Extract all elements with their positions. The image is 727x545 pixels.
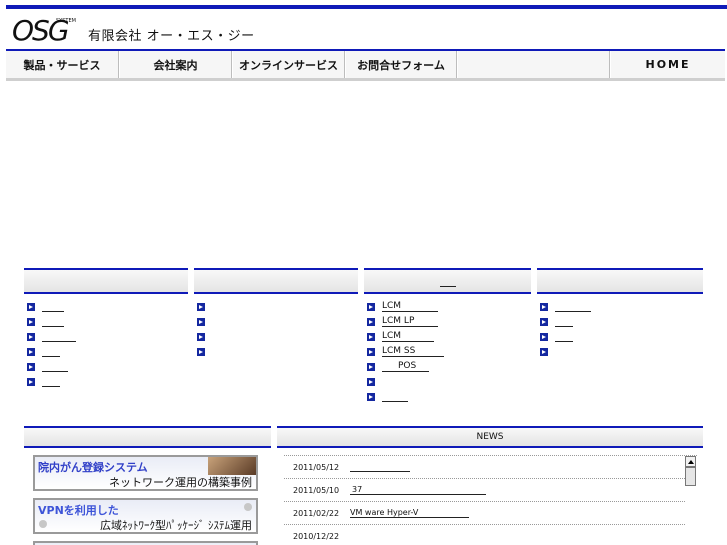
news-section: NEWS 2011/05/12 2011/05/10 37 2011/02/22… <box>277 426 703 545</box>
nav-home[interactable]: HOME <box>610 51 725 78</box>
news-item[interactable]: 2011/02/22 VM ware Hyper-V <box>284 502 685 525</box>
banner-subtitle: ネットワーク運用の構築事例 <box>109 476 252 489</box>
banner-photo <box>208 457 256 475</box>
nav-online-services[interactable]: オンラインサービス <box>232 51 345 78</box>
arrow-icon <box>197 332 205 341</box>
arrow-icon <box>367 332 375 341</box>
column-2-header <box>194 268 358 294</box>
list-item[interactable]: LCM <box>364 329 531 344</box>
list-item[interactable] <box>24 344 188 359</box>
banner-title: 院内がん登録システム <box>38 461 148 474</box>
arrow-icon <box>197 302 205 311</box>
arrow-icon <box>367 347 375 356</box>
arrow-icon <box>367 362 375 371</box>
arrow-icon <box>27 332 35 341</box>
list-item[interactable] <box>537 299 703 314</box>
svg-text:SYSTEM: SYSTEM <box>56 18 76 24</box>
list-item[interactable]: POS <box>364 359 531 374</box>
list-item[interactable] <box>24 359 188 374</box>
top-accent-line <box>6 5 727 9</box>
nav-empty <box>457 51 610 78</box>
news-link[interactable]: 37 <box>350 485 486 495</box>
osg-logo[interactable]: OSG SYSTEM <box>12 14 80 48</box>
main-nav: 製品・サービス 会社案内 オンラインサービス お問合せフォーム HOME <box>6 49 725 81</box>
list-item[interactable] <box>24 374 188 389</box>
arrow-icon <box>367 302 375 311</box>
column-4-header <box>537 268 703 294</box>
banner-vpn[interactable]: VPNを利用した 広域ﾈｯﾄﾜｰｸ型ﾊﾟｯｹｰｼﾞ ｼｽﾃﾑ運用 <box>33 498 258 534</box>
arrow-icon <box>197 347 205 356</box>
column-1 <box>24 268 188 389</box>
arrow-icon <box>27 347 35 356</box>
scroll-thumb[interactable] <box>685 467 696 486</box>
arrow-icon <box>540 347 548 356</box>
arrow-icon <box>540 332 548 341</box>
banner-cancer-registry[interactable]: 院内がん登録システム ネットワーク運用の構築事例 <box>33 455 258 491</box>
news-scrollbar[interactable] <box>685 456 697 545</box>
list-item[interactable]: LCM SS <box>364 344 531 359</box>
list-item[interactable] <box>194 344 358 359</box>
news-date: 2011/02/22 <box>293 508 340 518</box>
circle-icon <box>244 503 252 511</box>
column-4 <box>537 268 703 359</box>
list-item[interactable] <box>364 389 531 404</box>
nav-contact-form[interactable]: お問合せフォーム <box>345 51 457 78</box>
circle-icon <box>39 520 47 528</box>
news-date: 2011/05/10 <box>293 485 340 495</box>
list-item[interactable] <box>24 299 188 314</box>
news-item[interactable]: 2011/05/10 37 <box>284 479 685 502</box>
list-item[interactable] <box>194 299 358 314</box>
arrow-icon <box>540 302 548 311</box>
list-item[interactable] <box>194 314 358 329</box>
company-name: 有限会社 オー・エス・ジー <box>88 29 255 44</box>
arrow-icon <box>27 362 35 371</box>
banner-title: VPNを利用した <box>38 504 119 517</box>
news-link[interactable]: VM ware Hyper-V <box>350 508 469 518</box>
list-item[interactable] <box>24 314 188 329</box>
banner-section: 院内がん登録システム ネットワーク運用の構築事例 VPNを利用した 広域ﾈｯﾄﾜ… <box>24 426 271 545</box>
header-underline <box>439 279 456 287</box>
news-item[interactable]: 2010/12/22 <box>284 525 685 545</box>
list-item[interactable] <box>537 344 703 359</box>
column-1-header <box>24 268 188 294</box>
news-date: 2010/12/22 <box>293 531 340 541</box>
arrow-icon <box>27 377 35 386</box>
news-list: 2011/05/12 2011/05/10 37 2011/02/22 VM w… <box>284 455 697 545</box>
scroll-up-arrow-icon[interactable] <box>685 456 696 467</box>
arrow-icon <box>27 302 35 311</box>
list-item[interactable] <box>24 329 188 344</box>
list-item[interactable] <box>537 329 703 344</box>
list-item[interactable] <box>537 314 703 329</box>
news-item[interactable]: 2011/05/12 <box>284 456 685 479</box>
banner-third[interactable] <box>33 541 258 545</box>
news-date: 2011/05/12 <box>293 462 340 472</box>
arrow-icon <box>197 317 205 326</box>
arrow-icon <box>367 392 375 401</box>
nav-company[interactable]: 会社案内 <box>119 51 232 78</box>
list-item[interactable] <box>364 374 531 389</box>
column-3-header <box>364 268 531 294</box>
column-2 <box>194 268 358 359</box>
arrow-icon <box>27 317 35 326</box>
arrow-icon <box>367 377 375 386</box>
arrow-icon <box>540 317 548 326</box>
list-item[interactable]: LCM LP <box>364 314 531 329</box>
arrow-icon <box>367 317 375 326</box>
news-title: NEWS <box>277 426 703 448</box>
list-item[interactable] <box>194 329 358 344</box>
column-3: LCM LCM LP LCM LCM SS POS <box>364 268 531 404</box>
list-item[interactable]: LCM <box>364 299 531 314</box>
banner-section-header <box>24 426 271 448</box>
news-link[interactable] <box>350 462 410 472</box>
banner-subtitle: 広域ﾈｯﾄﾜｰｸ型ﾊﾟｯｹｰｼﾞ ｼｽﾃﾑ運用 <box>100 519 252 532</box>
nav-products[interactable]: 製品・サービス <box>6 51 119 78</box>
